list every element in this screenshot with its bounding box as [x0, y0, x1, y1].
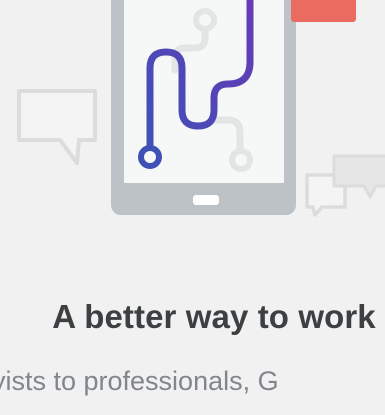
chat-bubbles-icon [305, 154, 385, 217]
chat-bubble-icon [17, 89, 97, 165]
hero-heading: A better way to work [52, 298, 376, 335]
hero-illustration [17, 0, 385, 217]
hero-text: A better way to work yists to profession… [0, 280, 385, 415]
notification-card-icon [291, 0, 356, 22]
hero-subheading: yists to professionals, G [0, 366, 279, 396]
